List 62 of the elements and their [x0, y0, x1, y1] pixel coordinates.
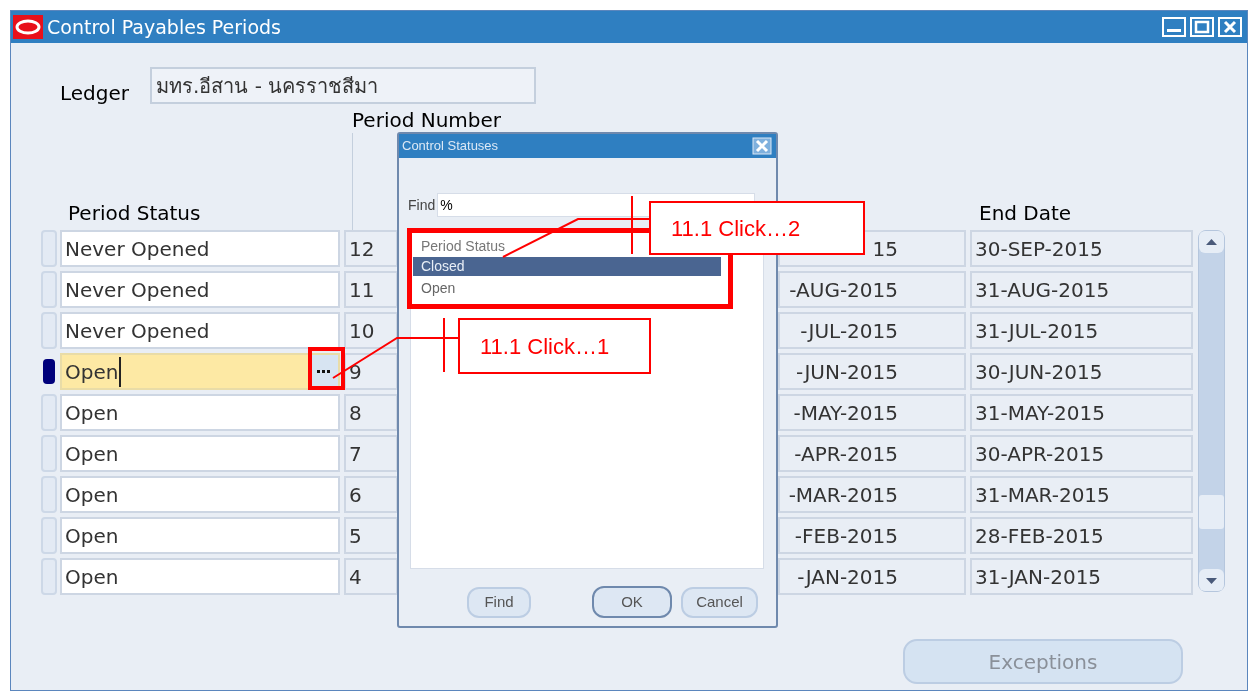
table-cell: 6: [344, 476, 398, 513]
table-cell: 31-MAY-2015: [970, 394, 1193, 431]
maximize-icon[interactable]: [1190, 17, 1214, 37]
table-cell: -JAN-2015: [778, 558, 966, 595]
cancel-button[interactable]: Cancel: [681, 586, 758, 618]
scroll-up-icon[interactable]: [1199, 231, 1224, 253]
table-cell: 9: [344, 353, 398, 390]
column-header: Period Number: [351, 109, 502, 131]
row-indicator[interactable]: [43, 359, 55, 384]
table-cell: 30-JUN-2015: [970, 353, 1193, 390]
status-field[interactable]: Open: [60, 558, 340, 595]
table-cell: 30-APR-2015: [970, 435, 1193, 472]
callout-box: 11.1 Click…1: [458, 318, 651, 374]
table-cell: 31-JUL-2015: [970, 312, 1193, 349]
status-field[interactable]: Open: [60, 517, 340, 554]
list-header: Period Status: [420, 237, 507, 254]
table-cell: 30-SEP-2015: [970, 230, 1193, 267]
status-field[interactable]: Open: [60, 476, 340, 513]
table-cell: 5: [344, 517, 398, 554]
window-title: Control Payables Periods: [47, 14, 281, 40]
table-cell: 8: [344, 394, 398, 431]
list-item[interactable]: Open: [413, 279, 721, 298]
table-cell: 7: [344, 435, 398, 472]
column-header: Period Status: [67, 200, 202, 227]
status-field[interactable]: Never Opened: [60, 312, 340, 349]
table-cell: -APR-2015: [778, 435, 966, 472]
table-cell: 28-FEB-2015: [970, 517, 1193, 554]
table-cell: -MAR-2015: [778, 476, 966, 513]
table-cell: 31-MAR-2015: [970, 476, 1193, 513]
table-cell: 4: [344, 558, 398, 595]
table-cell: 12: [344, 230, 398, 267]
highlight-frame: [308, 347, 345, 390]
status-field[interactable]: Open: [60, 394, 340, 431]
column-header: End Date: [978, 200, 1073, 227]
ellipsis-icon: [317, 369, 331, 374]
app-logo-icon: [13, 15, 43, 39]
ledger-label: Ledger: [60, 80, 129, 107]
status-field[interactable]: Never Opened: [60, 230, 340, 267]
table-cell: -MAY-2015: [778, 394, 966, 431]
status-field[interactable]: Open: [60, 435, 340, 472]
table-cell: 11: [344, 271, 398, 308]
minimize-icon[interactable]: [1162, 17, 1186, 37]
ledger-field[interactable]: มทร.อีสาน - นครราชสีมา: [150, 67, 536, 104]
status-field[interactable]: Never Opened: [60, 271, 340, 308]
callout-box: 11.1 Click…2: [649, 201, 865, 255]
table-cell: 10: [344, 312, 398, 349]
find-button[interactable]: Find: [467, 586, 531, 618]
table-cell: 31-AUG-2015: [970, 271, 1193, 308]
vertical-scrollbar[interactable]: [1198, 230, 1225, 592]
status-field[interactable]: Open: [60, 353, 340, 390]
table-cell: -AUG-2015: [778, 271, 966, 308]
close-icon[interactable]: [752, 137, 772, 155]
scroll-thumb[interactable]: [1199, 495, 1224, 529]
dialog-title: Control Statuses: [402, 137, 499, 156]
find-label: Find: [408, 195, 436, 215]
table-cell: -JUN-2015: [778, 353, 966, 390]
ok-button[interactable]: OK: [592, 586, 672, 618]
table-cell: -FEB-2015: [778, 517, 966, 554]
table-cell: 31-JAN-2015: [970, 558, 1193, 595]
list-item[interactable]: Closed: [413, 257, 721, 276]
scroll-down-icon[interactable]: [1199, 569, 1224, 591]
table-cell: -JUL-2015: [778, 312, 966, 349]
